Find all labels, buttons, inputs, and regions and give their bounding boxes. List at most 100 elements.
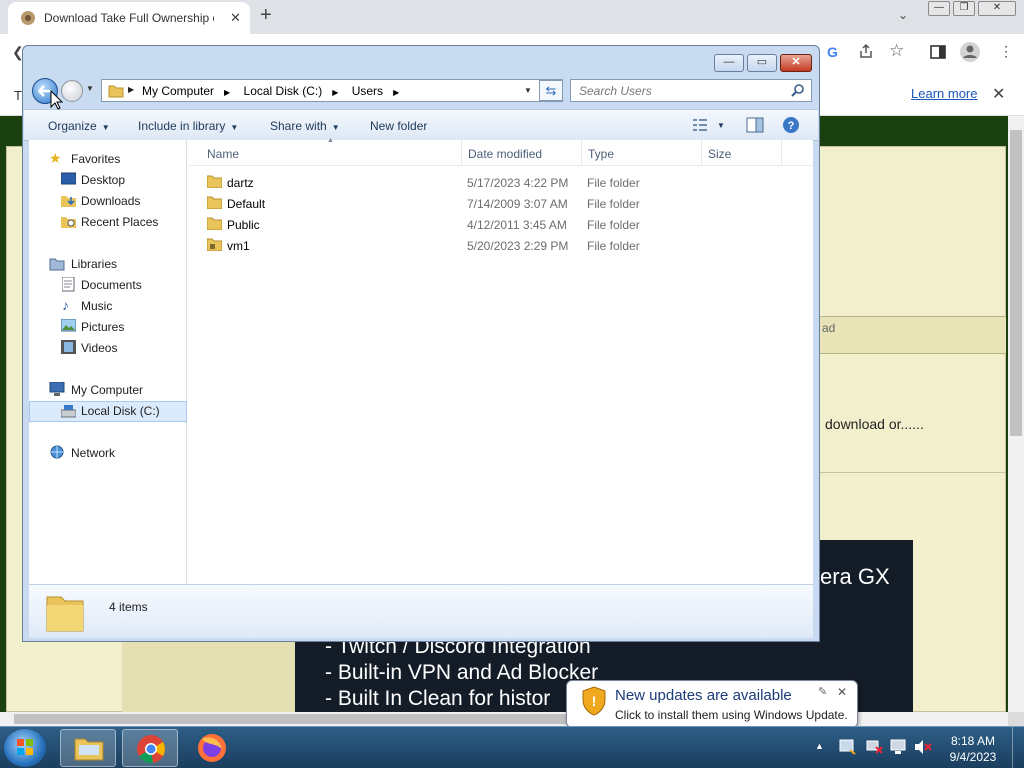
nav-local-disk[interactable]: Local Disk (C:): [29, 401, 187, 422]
pictures-icon: [61, 319, 76, 332]
action-center-icon[interactable]: [838, 737, 856, 755]
update-notification[interactable]: ! New updates are available Click to ins…: [566, 680, 858, 728]
taskbar-chrome[interactable]: [122, 729, 178, 767]
recent-places-icon: [61, 214, 76, 228]
file-row[interactable]: Public 4/12/2011 3:45 AM File folder: [199, 214, 799, 235]
share-with-menu[interactable]: Share with ▼: [270, 119, 340, 133]
new-tab-icon[interactable]: +: [260, 4, 272, 27]
column-size[interactable]: Size: [708, 147, 731, 161]
search-icon[interactable]: [791, 83, 805, 97]
notification-title: New updates are available: [615, 687, 792, 704]
google-icon[interactable]: G: [827, 44, 838, 60]
infobar-close-icon[interactable]: ✕: [992, 84, 1005, 104]
breadcrumb-separator-icon[interactable]: ▶: [224, 88, 230, 97]
nav-label: My Computer: [71, 383, 144, 397]
folder-icon: [207, 195, 222, 209]
column-divider[interactable]: [581, 140, 582, 166]
start-button[interactable]: [4, 729, 46, 767]
column-date-modified[interactable]: Date modified: [468, 147, 542, 161]
banner-line: - Built In Clean for histor: [325, 687, 551, 710]
help-icon[interactable]: ?: [782, 116, 800, 134]
breadcrumb-separator-icon[interactable]: ▶: [332, 88, 338, 97]
folder-icon: [207, 216, 222, 230]
side-panel-icon[interactable]: [930, 44, 946, 60]
browser-minimize-button[interactable]: —: [928, 1, 950, 16]
mouse-cursor-icon: [50, 90, 64, 110]
breadcrumb-separator-icon[interactable]: ▶: [393, 88, 399, 97]
include-in-library-menu[interactable]: Include in library ▼: [138, 119, 238, 133]
tab-close-icon[interactable]: ✕: [230, 10, 241, 26]
nav-libraries[interactable]: Libraries: [29, 254, 187, 275]
show-desktop-button[interactable]: [1012, 727, 1024, 768]
nav-recent-places[interactable]: Recent Places: [29, 212, 187, 233]
profile-avatar-icon[interactable]: [959, 41, 981, 63]
browser-restore-button[interactable]: ❐: [953, 1, 975, 16]
column-divider[interactable]: [781, 140, 782, 166]
computer-icon: [49, 382, 65, 397]
column-name[interactable]: Name: [207, 147, 239, 161]
nav-favorites[interactable]: ★ Favorites: [29, 149, 187, 170]
nav-videos[interactable]: Videos: [29, 338, 187, 359]
nav-network[interactable]: Network: [29, 443, 187, 464]
address-separator-icon: ▶: [128, 85, 135, 94]
downloads-icon: [61, 193, 76, 207]
share-icon[interactable]: [858, 43, 874, 59]
breadcrumb: My Computer ▶ Local Disk (C:) ▶ Users ▶: [142, 84, 409, 98]
new-folder-button[interactable]: New folder: [370, 119, 427, 133]
preview-pane-icon[interactable]: [746, 117, 764, 133]
organize-menu[interactable]: Organize ▼: [48, 119, 110, 133]
nav-label: Local Disk (C:): [81, 404, 160, 418]
learn-more-link[interactable]: Learn more: [911, 86, 977, 101]
column-divider[interactable]: [461, 140, 462, 166]
explorer-maximize-button[interactable]: ▭: [747, 54, 777, 72]
breadcrumb-my-computer[interactable]: My Computer: [142, 84, 214, 98]
taskbar-file-explorer[interactable]: [60, 729, 116, 767]
nav-desktop[interactable]: Desktop: [29, 170, 187, 191]
chevron-down-icon: ▼: [101, 123, 110, 132]
display-tray-icon[interactable]: [890, 739, 908, 755]
refresh-button[interactable]: ⇆: [539, 80, 563, 101]
file-row[interactable]: dartz 5/17/2023 4:22 PM File folder: [199, 172, 799, 193]
taskbar-firefox[interactable]: [184, 729, 240, 767]
file-type: File folder: [587, 197, 640, 211]
breadcrumb-users[interactable]: Users: [352, 84, 383, 98]
nav-documents[interactable]: Documents: [29, 275, 187, 296]
browser-tab[interactable]: Download Take Full Ownership of ✕: [8, 2, 250, 34]
nav-pictures[interactable]: Pictures: [29, 317, 187, 338]
volume-muted-icon[interactable]: [914, 739, 932, 755]
browser-menu-icon[interactable]: ⋮: [999, 43, 1013, 60]
nav-label: Recent Places: [81, 215, 159, 229]
bookmark-star-icon[interactable]: ☆: [889, 41, 904, 61]
nav-label: Videos: [81, 341, 118, 355]
explorer-close-button[interactable]: ✕: [780, 54, 812, 72]
change-view-icon[interactable]: [692, 118, 708, 132]
page-vertical-scroll-thumb[interactable]: [1010, 130, 1022, 436]
column-divider[interactable]: [701, 140, 702, 166]
nav-music[interactable]: ♪ Music: [29, 296, 187, 317]
notification-close-icon[interactable]: ✕: [837, 685, 847, 699]
network-error-icon[interactable]: [866, 739, 884, 755]
tab-search-chevron-icon[interactable]: ⌄: [898, 8, 908, 22]
address-bar[interactable]: ▶ My Computer ▶ Local Disk (C:) ▶ Users ▶ ▼: [101, 79, 563, 102]
file-row[interactable]: vm1 5/20/2023 2:29 PM File folder: [199, 235, 799, 256]
view-options-dropdown-icon[interactable]: ▼: [717, 121, 725, 130]
taskbar-clock[interactable]: 8:18 AM 9/4/2023: [944, 733, 1002, 765]
file-row[interactable]: Default 7/14/2009 3:07 AM File folder: [199, 193, 799, 214]
browser-close-button[interactable]: ✕: [978, 1, 1016, 16]
recent-pages-dropdown-icon[interactable]: ▼: [86, 84, 94, 93]
banner-features: - Twitch / Discord Integration - Built-i…: [325, 634, 598, 712]
forward-button[interactable]: [61, 80, 83, 102]
windows-update-shield-icon: !: [581, 686, 607, 716]
column-type[interactable]: Type: [588, 147, 614, 161]
star-icon: ★: [49, 150, 62, 166]
page-horizontal-scroll-thumb[interactable]: [14, 714, 654, 724]
breadcrumb-local-disk[interactable]: Local Disk (C:): [244, 84, 323, 98]
nav-downloads[interactable]: Downloads: [29, 191, 187, 212]
nav-my-computer[interactable]: My Computer: [29, 380, 187, 401]
address-history-dropdown-icon[interactable]: ▼: [524, 86, 532, 95]
explorer-minimize-button[interactable]: —: [714, 54, 744, 72]
notification-options-icon[interactable]: ✎: [818, 685, 827, 698]
documents-icon: [62, 277, 75, 292]
show-hidden-icons-icon[interactable]: ▲: [815, 741, 824, 751]
search-input[interactable]: Search Users: [570, 79, 812, 102]
